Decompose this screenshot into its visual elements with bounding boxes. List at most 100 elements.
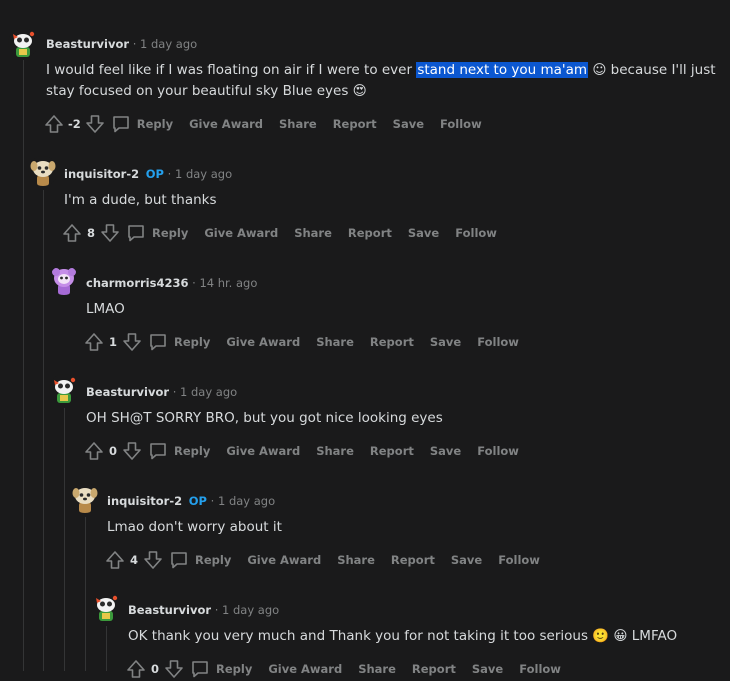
timestamp[interactable]: 1 day ago bbox=[222, 603, 279, 617]
vote-score: 1 bbox=[108, 335, 117, 349]
vote-score: 0 bbox=[150, 662, 159, 676]
share-button[interactable]: Share bbox=[337, 553, 375, 567]
dog-avatar-icon bbox=[28, 156, 58, 186]
upvote-icon[interactable] bbox=[126, 659, 146, 679]
op-badge: OP bbox=[188, 494, 207, 508]
reply-button[interactable]: Reply bbox=[169, 550, 231, 570]
thread-line[interactable] bbox=[43, 190, 44, 671]
follow-button[interactable]: Follow bbox=[519, 662, 561, 676]
avatar[interactable] bbox=[91, 592, 121, 622]
reply-label: Reply bbox=[216, 662, 253, 676]
vote-group: 1 bbox=[84, 332, 142, 352]
reply-label: Reply bbox=[174, 444, 211, 458]
thread-line[interactable] bbox=[23, 60, 24, 671]
separator: · bbox=[214, 603, 219, 617]
author-name[interactable]: charmorris4236 bbox=[86, 276, 188, 290]
report-button[interactable]: Report bbox=[412, 662, 456, 676]
report-button[interactable]: Report bbox=[348, 226, 392, 240]
downvote-icon[interactable] bbox=[122, 332, 142, 352]
thread-line[interactable] bbox=[106, 626, 107, 671]
separator: · bbox=[210, 494, 215, 508]
vote-score: -2 bbox=[68, 117, 81, 131]
comment-meta: Beasturvivor · 1 day ago bbox=[46, 37, 197, 51]
downvote-icon[interactable] bbox=[85, 114, 105, 134]
give-award-button[interactable]: Give Award bbox=[226, 335, 300, 349]
robot-avatar-icon bbox=[49, 374, 79, 404]
give-award-button[interactable]: Give Award bbox=[247, 553, 321, 567]
follow-button[interactable]: Follow bbox=[477, 335, 519, 349]
upvote-icon[interactable] bbox=[44, 114, 64, 134]
follow-button[interactable]: Follow bbox=[498, 553, 540, 567]
separator: · bbox=[167, 167, 172, 181]
follow-button[interactable]: Follow bbox=[440, 117, 482, 131]
report-button[interactable]: Report bbox=[333, 117, 377, 131]
save-button[interactable]: Save bbox=[393, 117, 424, 131]
author-name[interactable]: Beasturvivor bbox=[86, 385, 169, 399]
share-button[interactable]: Share bbox=[294, 226, 332, 240]
author-name[interactable]: inquisitor-2 bbox=[107, 494, 182, 508]
reply-label: Reply bbox=[136, 117, 174, 131]
reply-button[interactable]: Reply bbox=[190, 659, 252, 679]
save-button[interactable]: Save bbox=[430, 335, 461, 349]
share-button[interactable]: Share bbox=[279, 117, 317, 131]
timestamp[interactable]: 1 day ago bbox=[140, 37, 197, 51]
report-button[interactable]: Report bbox=[370, 335, 414, 349]
give-award-button[interactable]: Give Award bbox=[189, 117, 263, 131]
timestamp[interactable]: 1 day ago bbox=[180, 385, 237, 399]
save-button[interactable]: Save bbox=[451, 553, 482, 567]
reply-button[interactable]: Reply bbox=[148, 441, 210, 461]
author-name[interactable]: Beasturvivor bbox=[128, 603, 211, 617]
upvote-icon[interactable] bbox=[84, 441, 104, 461]
comment-meta: inquisitor-2 OP · 1 day ago bbox=[64, 167, 232, 181]
comment-meta: Beasturvivor · 1 day ago bbox=[128, 603, 279, 617]
share-button[interactable]: Share bbox=[316, 444, 354, 458]
downvote-icon[interactable] bbox=[100, 223, 120, 243]
timestamp[interactable]: 14 hr. ago bbox=[199, 276, 257, 290]
separator: · bbox=[192, 276, 196, 290]
comment-meta: Beasturvivor · 1 day ago bbox=[86, 385, 237, 399]
comment-bubble-icon bbox=[169, 550, 189, 570]
timestamp[interactable]: 1 day ago bbox=[218, 494, 275, 508]
author-name[interactable]: Beasturvivor bbox=[46, 37, 129, 51]
reply-button[interactable]: Reply bbox=[148, 332, 210, 352]
vote-group: -2 bbox=[44, 114, 105, 134]
author-name[interactable]: inquisitor-2 bbox=[64, 167, 139, 181]
timestamp[interactable]: 1 day ago bbox=[175, 167, 232, 181]
reply-label: Reply bbox=[152, 226, 189, 240]
reply-button[interactable]: Reply bbox=[126, 223, 188, 243]
avatar[interactable] bbox=[49, 374, 79, 404]
action-bar: 4 Reply Give Award Share Report Save Fol… bbox=[105, 548, 556, 572]
action-bar: 1 Reply Give Award Share Report Save Fol… bbox=[84, 330, 535, 354]
downvote-icon[interactable] bbox=[143, 550, 163, 570]
save-button[interactable]: Save bbox=[408, 226, 439, 240]
avatar[interactable] bbox=[28, 156, 58, 186]
upvote-icon[interactable] bbox=[84, 332, 104, 352]
avatar[interactable] bbox=[70, 483, 100, 513]
upvote-icon[interactable] bbox=[105, 550, 125, 570]
vote-group: 0 bbox=[126, 659, 184, 679]
thread-line[interactable] bbox=[64, 408, 65, 671]
robot-avatar-icon bbox=[91, 592, 121, 622]
vote-group: 0 bbox=[84, 441, 142, 461]
avatar[interactable] bbox=[8, 28, 38, 58]
give-award-button[interactable]: Give Award bbox=[268, 662, 342, 676]
reply-button[interactable]: Reply bbox=[111, 114, 173, 134]
comment-text: I would feel like if I was floating on a… bbox=[46, 62, 417, 78]
thread-line[interactable] bbox=[85, 517, 86, 671]
share-button[interactable]: Share bbox=[316, 335, 354, 349]
share-button[interactable]: Share bbox=[358, 662, 396, 676]
follow-button[interactable]: Follow bbox=[455, 226, 497, 240]
save-button[interactable]: Save bbox=[430, 444, 461, 458]
upvote-icon[interactable] bbox=[62, 223, 82, 243]
give-award-button[interactable]: Give Award bbox=[226, 444, 300, 458]
comment-bubble-icon bbox=[148, 332, 168, 352]
report-button[interactable]: Report bbox=[370, 444, 414, 458]
give-award-button[interactable]: Give Award bbox=[204, 226, 278, 240]
follow-button[interactable]: Follow bbox=[477, 444, 519, 458]
report-button[interactable]: Report bbox=[391, 553, 435, 567]
downvote-icon[interactable] bbox=[122, 441, 142, 461]
avatar[interactable] bbox=[49, 265, 79, 295]
comment-bubble-icon bbox=[148, 441, 168, 461]
save-button[interactable]: Save bbox=[472, 662, 503, 676]
downvote-icon[interactable] bbox=[164, 659, 184, 679]
